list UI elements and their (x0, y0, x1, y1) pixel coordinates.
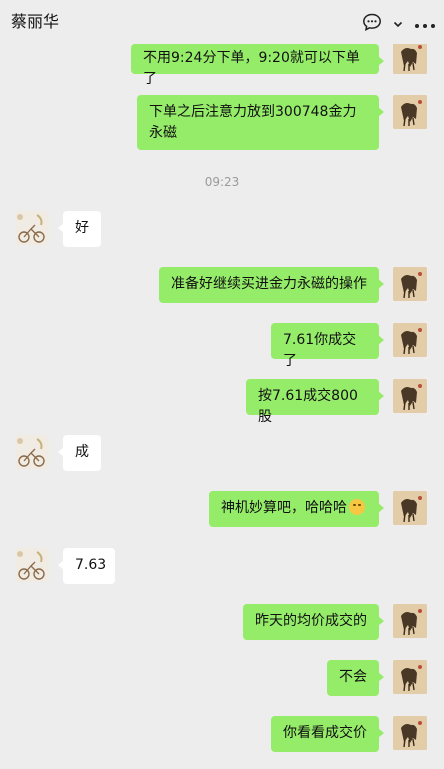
message-text: 昨天的均价成交的 (255, 613, 367, 629)
message-bubble[interactable]: 按7.61成交800股 (246, 379, 384, 425)
message-text: 成 (75, 444, 89, 460)
more-icon[interactable] (414, 15, 436, 34)
message-text: 不用9:24分下单，9:20就可以下单了 (143, 50, 360, 87)
contact-avatar[interactable] (15, 435, 49, 469)
message-bubble[interactable]: 不会 (327, 660, 384, 696)
message-text: 7.63 (75, 557, 107, 573)
chat-area: 不用9:24分下单，9:20就可以下单了 下单之后注意力放到300748金力永磁… (0, 0, 444, 769)
chevron-down-icon[interactable] (392, 15, 404, 34)
timestamp: 09:23 (204, 175, 240, 189)
my-avatar[interactable] (393, 267, 427, 301)
message-text: 准备好继续买进金力永磁的操作 (171, 276, 367, 292)
my-avatar[interactable] (393, 604, 427, 638)
chat-bubble-icon[interactable] (362, 12, 382, 36)
my-avatar[interactable] (393, 660, 427, 694)
message-bubble[interactable]: 神机妙算吧，哈哈哈 (209, 491, 384, 527)
message-bubble[interactable]: 昨天的均价成交的 (243, 604, 384, 640)
header-actions (362, 12, 436, 36)
message-bubble[interactable]: 你看看成交价 (271, 716, 384, 752)
message-bubble[interactable]: 好 (58, 211, 101, 247)
message-bubble[interactable]: 下单之后注意力放到300748金力永磁 (137, 95, 384, 150)
message-bubble[interactable]: 成 (58, 435, 101, 471)
message-text: 7.61你成交了 (283, 332, 357, 369)
chat-header: 蔡丽华 (0, 0, 444, 44)
message-text: 按7.61成交800股 (258, 388, 358, 425)
message-text: 你看看成交价 (283, 725, 367, 741)
message-bubble[interactable]: 不用9:24分下单，9:20就可以下单了 (131, 44, 384, 87)
message-bubble[interactable]: 7.61你成交了 (271, 323, 384, 369)
my-avatar[interactable] (393, 95, 427, 129)
message-bubble[interactable]: 准备好继续买进金力永磁的操作 (159, 267, 384, 303)
message-text: 不会 (339, 669, 367, 685)
smirk-emoji-icon (349, 499, 365, 515)
message-text: 好 (75, 220, 89, 236)
my-avatar[interactable] (393, 379, 427, 413)
message-text: 神机妙算吧，哈哈哈 (221, 500, 347, 516)
my-avatar[interactable] (393, 40, 427, 74)
message-text: 下单之后注意力放到300748金力永磁 (149, 104, 357, 141)
my-avatar[interactable] (393, 323, 427, 357)
my-avatar[interactable] (393, 491, 427, 525)
contact-avatar[interactable] (15, 211, 49, 245)
my-avatar[interactable] (393, 716, 427, 750)
message-bubble[interactable]: 7.63 (58, 548, 115, 584)
contact-avatar[interactable] (15, 548, 49, 582)
chat-title: 蔡丽华 (11, 12, 60, 31)
